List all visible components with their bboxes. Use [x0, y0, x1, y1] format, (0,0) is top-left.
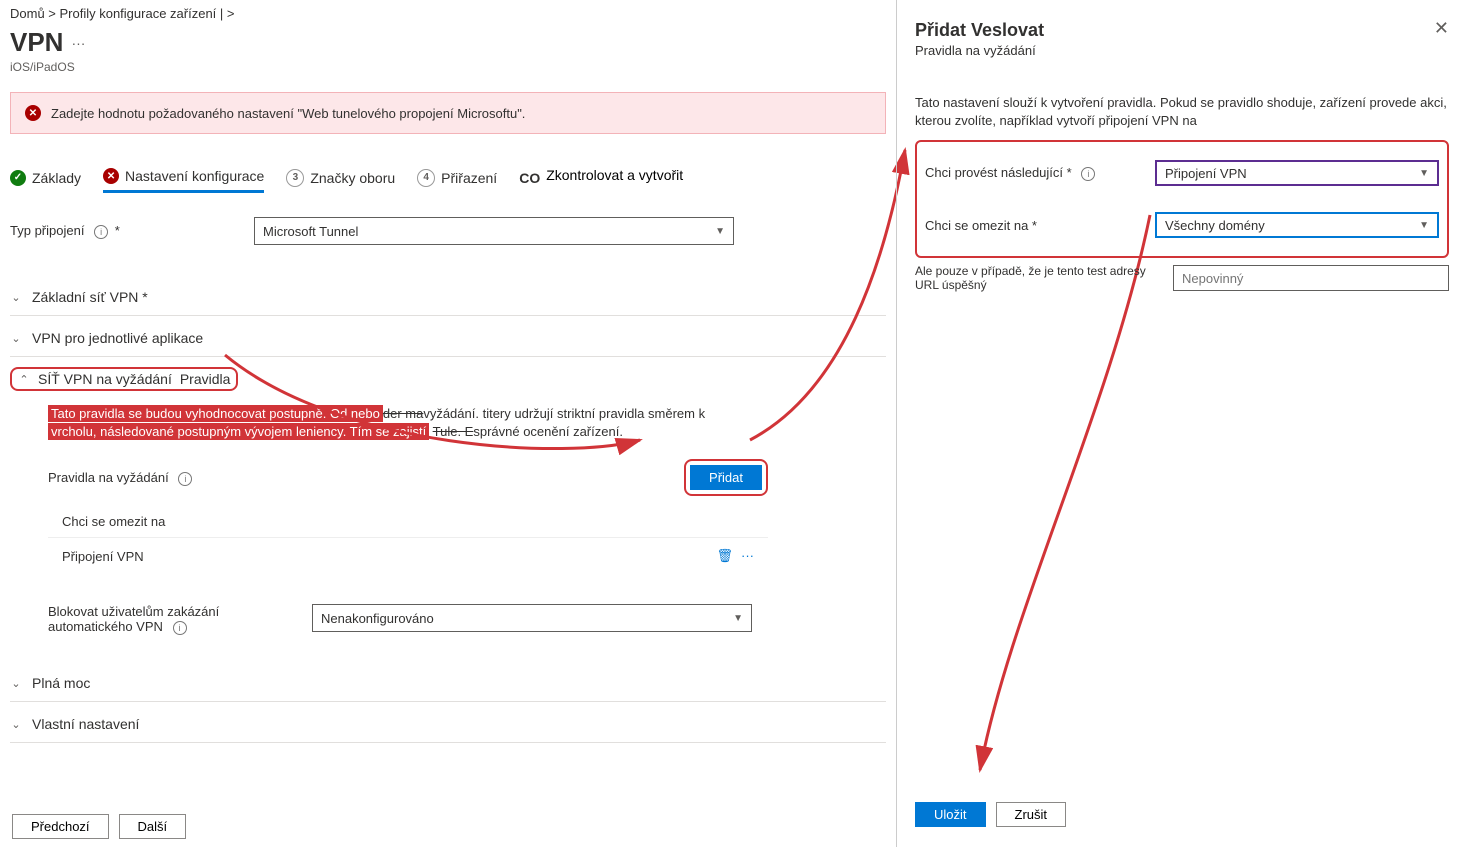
block-auto-label: Blokovat uživatelům zakázání automatické… [48, 604, 298, 635]
step-number-icon: 4 [417, 169, 435, 187]
select-value: Připojení VPN [1165, 166, 1247, 181]
page-title: VPN [10, 27, 63, 58]
select-value: Všechny domény [1165, 218, 1265, 233]
panel-title: Přidat Veslovat [915, 20, 1449, 41]
chevron-down-icon: ⌄ [10, 677, 22, 690]
add-rule-panel: ✕ Přidat Veslovat Pravidla na vyžádání T… [896, 0, 1467, 847]
chevron-down-icon: ▼ [715, 226, 725, 237]
chevron-down-icon: ⌄ [10, 718, 22, 731]
rule-cell: Připojení VPN [62, 549, 144, 564]
page-subtitle: iOS/iPadOS [10, 60, 886, 74]
section-perapp-vpn[interactable]: ⌄ VPN pro jednotlivé aplikace [10, 320, 886, 357]
step-config[interactable]: ✕ Nastavení konfigurace [103, 162, 264, 193]
panel-description: Tato nastavení slouží k vytvoření pravid… [915, 94, 1449, 130]
rules-column-header: Chci se omezit na [48, 506, 768, 537]
section-title: SÍŤ VPN na vyžádání [38, 371, 172, 387]
section-title: Plná moc [32, 675, 90, 691]
breadcrumb[interactable]: Domů > Profily konfigurace zařízení | > [10, 0, 886, 27]
step-review[interactable]: CO Review + create Zkontrolovat a vytvoř… [519, 164, 647, 192]
chevron-down-icon: ▼ [1419, 220, 1429, 231]
url-test-label: Ale pouze v případě, že je tento test ad… [915, 264, 1163, 292]
select-value: Nenakonfigurováno [321, 611, 434, 626]
add-button-highlight: Přidat [684, 459, 768, 496]
section-tag: Pravidla [180, 371, 231, 387]
chevron-up-icon: ⌃ [18, 373, 30, 386]
info-icon[interactable]: i [94, 225, 108, 239]
rules-table: Chci se omezit na Připojení VPN 🗑 ··· [48, 506, 768, 574]
ondemand-rules-label: Pravidla na vyžádání i [48, 470, 192, 486]
step-scope[interactable]: 3 Značky oboru [286, 163, 395, 193]
section-title: Základní síť VPN * [32, 289, 148, 305]
info-icon[interactable]: i [173, 621, 187, 635]
conn-type-label: Typ připojení i [10, 223, 240, 239]
step-number-icon: 3 [286, 169, 304, 187]
url-test-input[interactable] [1173, 265, 1449, 291]
conn-type-select[interactable]: Microsoft Tunnel ▼ [254, 217, 734, 245]
check-icon: ✓ [10, 170, 26, 186]
step-prefix: CO [519, 170, 540, 186]
error-icon: ✕ [103, 168, 119, 184]
chevron-down-icon: ▼ [1419, 168, 1429, 179]
more-icon[interactable]: ··· [741, 548, 754, 564]
ondemand-description: Tato pravidla se budou vyhodnocovat post… [48, 405, 768, 441]
previous-button[interactable]: Předchozí [12, 814, 109, 839]
validation-alert: ✕ Zadejte hodnotu požadovaného nastavení… [10, 92, 886, 134]
section-ondemand-vpn[interactable]: ⌃ SÍŤ VPN na vyžádání Pravidla [10, 367, 238, 391]
panel-subtitle: Pravidla na vyžádání [915, 43, 1449, 58]
chevron-down-icon: ▼ [733, 613, 743, 624]
error-icon: ✕ [25, 105, 41, 121]
chevron-down-icon: ⌄ [10, 332, 22, 345]
section-custom[interactable]: ⌄ Vlastní nastavení [10, 706, 886, 743]
info-icon[interactable]: i [1081, 167, 1095, 181]
table-row[interactable]: Připojení VPN 🗑 ··· [48, 537, 768, 574]
rule-fields-highlight: Chci provést následující * i Připojení V… [915, 140, 1449, 258]
add-rule-button[interactable]: Přidat [690, 465, 762, 490]
step-label: Základy [32, 170, 81, 186]
next-button[interactable]: Další [119, 814, 187, 839]
save-button[interactable]: Uložit [915, 802, 986, 827]
step-label: Zkontrolovat a vytvořit [546, 167, 683, 183]
step-basics[interactable]: ✓ Základy [10, 164, 81, 192]
step-assign[interactable]: 4 Přiřazení [417, 163, 497, 193]
action-label: Chci provést následující * i [925, 165, 1145, 181]
block-auto-select[interactable]: Nenakonfigurováno ▼ [312, 604, 752, 632]
info-icon[interactable]: i [178, 472, 192, 486]
step-strike: Review + create Zkontrolovat a vytvořit [546, 170, 647, 186]
section-title: VPN pro jednotlivé aplikace [32, 330, 203, 346]
section-base-vpn[interactable]: ⌄ Základní síť VPN * [10, 279, 886, 316]
section-title: Vlastní nastavení [32, 716, 139, 732]
alert-text: Zadejte hodnotu požadovaného nastavení "… [51, 106, 525, 121]
section-proxy[interactable]: ⌄ Plná moc [10, 665, 886, 702]
close-icon[interactable]: ✕ [1434, 18, 1449, 39]
chevron-down-icon: ⌄ [10, 291, 22, 304]
restrict-label: Chci se omezit na * [925, 218, 1145, 233]
more-icon[interactable]: ··· [71, 35, 85, 51]
delete-icon[interactable]: 🗑 [716, 548, 733, 564]
action-select[interactable]: Připojení VPN ▼ [1155, 160, 1439, 186]
step-label: Značky oboru [310, 170, 395, 186]
wizard-steps: ✓ Základy ✕ Nastavení konfigurace 3 Znač… [10, 162, 886, 195]
select-value: Microsoft Tunnel [263, 224, 358, 239]
restrict-select[interactable]: Všechny domény ▼ [1155, 212, 1439, 238]
step-label: Přiřazení [441, 170, 497, 186]
step-label: Nastavení konfigurace [125, 168, 264, 184]
cancel-button[interactable]: Zrušit [996, 802, 1067, 827]
